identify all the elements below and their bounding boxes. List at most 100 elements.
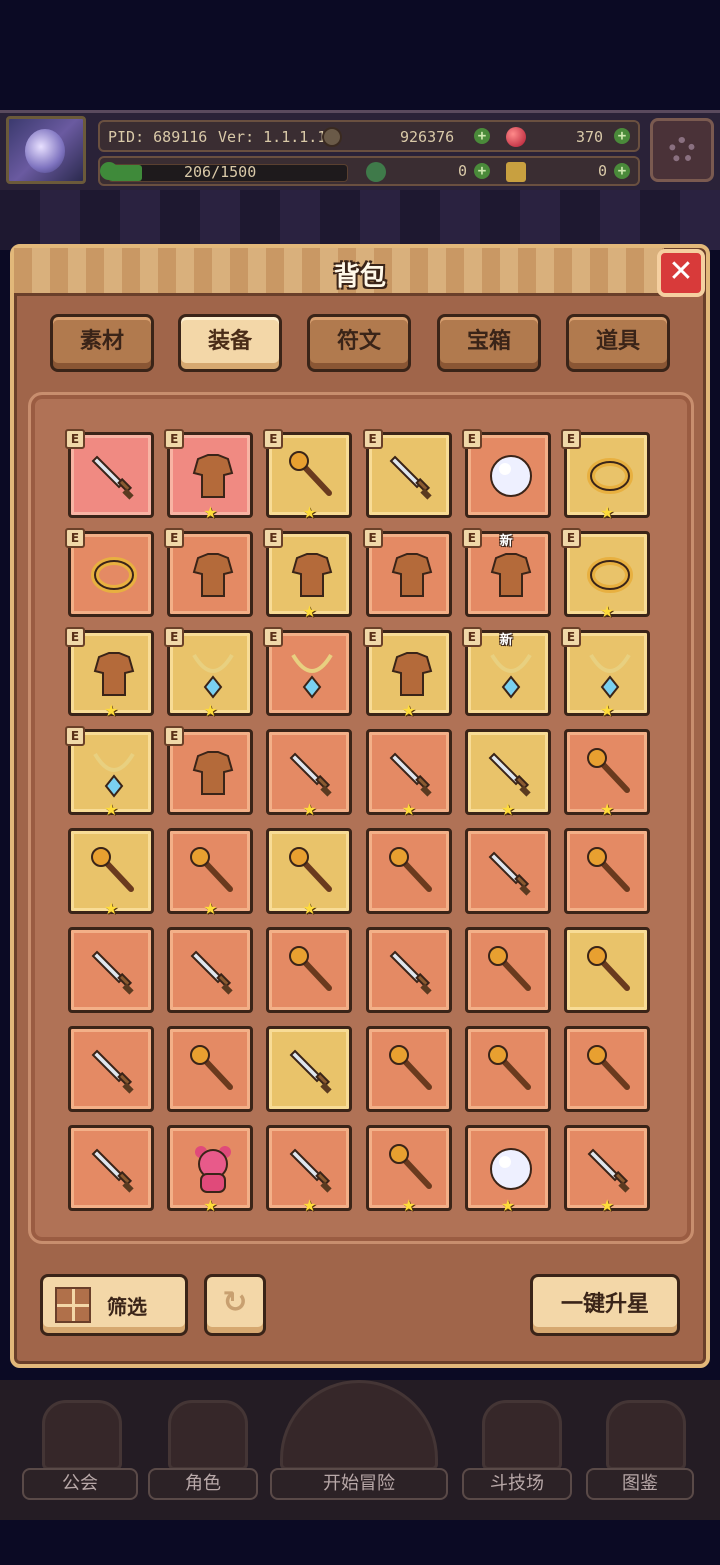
stats-row-1: PID: 689116 Ver: 1.1.1.13 926376 + 370 + (98, 120, 640, 152)
inventory-item[interactable] (365, 1026, 452, 1112)
gold-value: 926376 (400, 128, 455, 146)
inventory-item[interactable] (68, 927, 154, 1013)
tab-materials[interactable]: 素材 (50, 314, 154, 372)
inventory-item[interactable]: ★ (266, 1125, 353, 1214)
potion-pouch-icon (188, 746, 238, 800)
new-badge: 新 (499, 534, 513, 549)
inventory-item[interactable]: E ★ (561, 627, 650, 719)
inventory-item[interactable] (167, 1026, 254, 1112)
inventory-item[interactable] (266, 927, 353, 1013)
green-ring-icon (89, 548, 139, 602)
inventory-item[interactable]: E (164, 726, 254, 815)
tab-props[interactable]: 道具 (566, 314, 670, 372)
add-gem-icon[interactable]: + (614, 128, 630, 144)
inventory-item[interactable] (167, 927, 254, 1013)
inventory-item[interactable] (365, 927, 452, 1013)
add-gold-icon[interactable]: + (474, 128, 490, 144)
equipped-badge: E (561, 429, 581, 449)
inventory-item[interactable]: E ★ (65, 627, 154, 719)
inventory-item[interactable]: ★ (167, 1125, 254, 1214)
gold-dagger-icon (387, 944, 437, 998)
inventory-item[interactable]: E ★ (164, 429, 254, 521)
equipped-badge: E (65, 726, 85, 746)
inventory-item[interactable] (365, 828, 452, 914)
refresh-button[interactable]: ↻ (204, 1274, 266, 1336)
add-key-icon[interactable]: + (614, 163, 630, 179)
inventory-item[interactable] (464, 828, 551, 914)
gear-icon (669, 137, 695, 163)
inventory-item[interactable] (68, 1125, 154, 1211)
inventory-item[interactable]: E (263, 627, 353, 716)
inventory-item[interactable] (564, 927, 650, 1013)
blue-sword-icon (89, 1142, 139, 1196)
one-click-upgrade-button[interactable]: 一键升星 (530, 1274, 680, 1336)
player-avatar[interactable] (6, 116, 86, 184)
nav-guild[interactable]: 公会 (22, 1400, 138, 1500)
grid-filter-icon (55, 1287, 91, 1323)
inventory-item[interactable] (464, 927, 551, 1013)
inventory-item[interactable] (564, 1026, 650, 1112)
inventory-item[interactable]: E ★ (263, 528, 353, 620)
nav-adventure[interactable]: 开始冒险 (270, 1380, 448, 1500)
inventory-item[interactable] (564, 828, 650, 914)
inventory-item[interactable]: ★ (167, 828, 254, 917)
inventory-item[interactable]: E (362, 429, 452, 518)
pink-bear-icon (188, 1142, 238, 1196)
close-button[interactable]: ✕ (657, 249, 705, 297)
nav-codex[interactable]: 图鉴 (586, 1400, 694, 1500)
equipped-badge: E (263, 627, 284, 647)
star-icon: ★ (401, 1196, 416, 1215)
inventory-item[interactable]: ★ (365, 1125, 452, 1215)
clover-value: 0 (458, 162, 468, 180)
tab-chests[interactable]: 宝箱 (437, 314, 541, 372)
inventory-item[interactable]: E ★ (561, 528, 650, 620)
equipped-badge: E (164, 429, 185, 449)
nav-arena[interactable]: 斗技场 (462, 1400, 572, 1500)
codex-icon (606, 1400, 686, 1470)
equipped-badge: E (461, 429, 482, 449)
settings-button[interactable] (650, 118, 714, 182)
inventory-item[interactable] (68, 1026, 154, 1112)
equipped-badge: E (263, 528, 284, 548)
gem-icon (506, 127, 526, 147)
inventory-item[interactable]: ★ (564, 729, 650, 818)
nav-character[interactable]: 角色 (148, 1400, 258, 1500)
inventory-item[interactable]: E ★ (164, 627, 254, 719)
steel-sword-icon (89, 944, 139, 998)
fire-staff-icon (585, 746, 635, 800)
inventory-item[interactable]: ★ (266, 729, 353, 818)
filter-button[interactable]: 筛选 (40, 1274, 188, 1336)
inventory-item[interactable]: E ★ (263, 429, 353, 522)
inventory-item[interactable]: E新 (461, 528, 551, 617)
inventory-item[interactable]: ★ (68, 828, 154, 918)
inventory-item[interactable]: E (65, 429, 154, 518)
green-armor-icon (486, 548, 536, 602)
tab-runes[interactable]: 符文 (307, 314, 411, 372)
inventory-item[interactable]: E ★ (561, 429, 650, 521)
equipped-badge: E (263, 429, 284, 449)
inventory-item[interactable]: ★ (564, 1125, 650, 1214)
star-icon: ★ (302, 503, 317, 522)
inventory-item[interactable]: E新 (461, 627, 551, 716)
inventory-item[interactable]: E ★ (362, 627, 452, 719)
golden-spear-icon (387, 1142, 437, 1196)
star-icon: ★ (104, 899, 119, 918)
star-icon: ★ (500, 800, 516, 819)
sun-amulet-icon (486, 647, 536, 701)
tab-equipment[interactable]: 装备 (178, 314, 282, 372)
inventory-item[interactable]: E (362, 528, 452, 617)
orb-staff-icon (486, 944, 536, 998)
inventory-item[interactable]: E ★ (65, 726, 154, 818)
inventory-item[interactable]: E (461, 429, 551, 518)
crossed-daggers-icon (387, 746, 437, 800)
inventory-item[interactable]: ★ (464, 729, 551, 819)
inventory-item[interactable]: E (164, 528, 254, 617)
inventory-item[interactable]: ★ (464, 1125, 551, 1214)
inventory-item[interactable]: E (65, 528, 154, 617)
inventory-item[interactable]: ★ (266, 828, 353, 917)
inventory-item[interactable] (464, 1026, 551, 1112)
inventory-item[interactable]: ★ (365, 729, 452, 818)
arena-icon (482, 1400, 562, 1470)
inventory-item[interactable] (266, 1026, 353, 1112)
add-clover-icon[interactable]: + (474, 163, 490, 179)
